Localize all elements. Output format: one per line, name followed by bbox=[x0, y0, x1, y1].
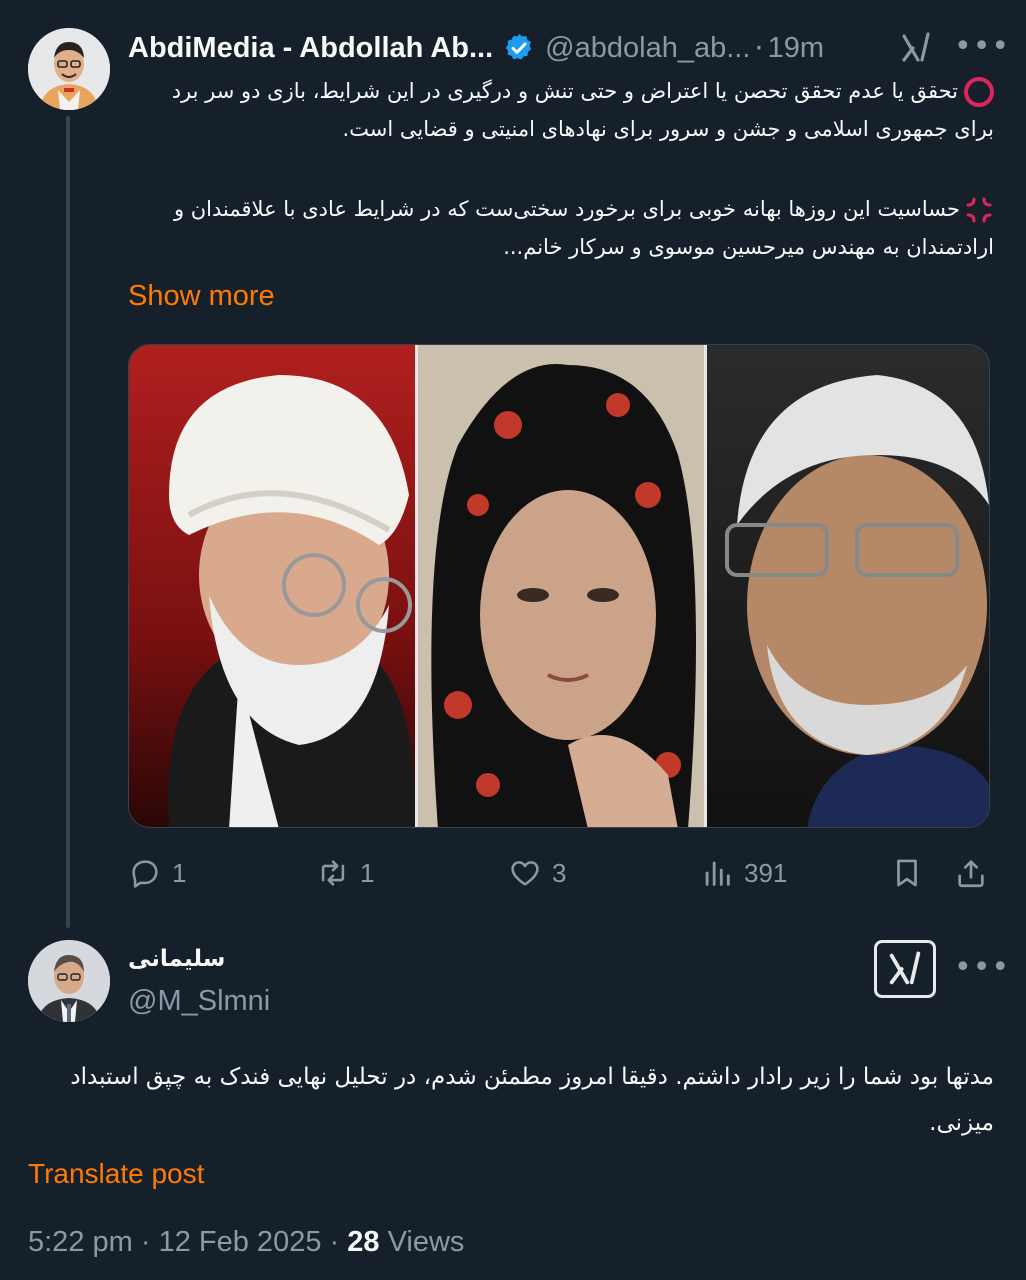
tweet-header: AbdiMedia - Abdollah Ab... @abdolah_ab..… bbox=[128, 28, 998, 68]
meta-separator: · bbox=[140, 1226, 151, 1258]
verified-badge-icon[interactable] bbox=[503, 32, 535, 64]
bookmark-button[interactable] bbox=[890, 856, 934, 890]
repost-count: 1 bbox=[360, 857, 375, 888]
grok-button[interactable] bbox=[874, 940, 936, 998]
photo-man-glasses bbox=[707, 345, 989, 827]
tweet-text-1: تحقق یا عدم تحقق تحصن یا اعتراض و حتی تن… bbox=[171, 79, 994, 141]
views-count: 28 bbox=[347, 1226, 380, 1258]
share-button[interactable] bbox=[954, 856, 998, 890]
tweet-paragraph-2: حساسیت این روزها بهانه خوبی برای برخورد … bbox=[128, 190, 994, 266]
like-button[interactable]: 3 bbox=[508, 856, 566, 890]
repost-icon bbox=[321, 860, 345, 886]
reply-count: 1 bbox=[172, 857, 187, 888]
grok-icon bbox=[889, 951, 921, 985]
repost-button[interactable]: 1 bbox=[316, 856, 374, 890]
avatar-portrait-icon bbox=[28, 940, 110, 1022]
separator-dot: · bbox=[754, 31, 764, 65]
bookmark-icon bbox=[897, 859, 917, 887]
thread-connector-line bbox=[66, 116, 70, 928]
view-count: 391 bbox=[744, 857, 788, 888]
tweet-text-2: حساسیت این روزها بهانه خوبی برای برخورد … bbox=[173, 197, 994, 259]
post-time[interactable]: 19m bbox=[768, 32, 824, 65]
translate-post-link[interactable]: Translate post bbox=[28, 1158, 204, 1190]
views-button[interactable]: 391 bbox=[700, 856, 787, 890]
photo-cleric bbox=[129, 345, 415, 827]
red-circle-icon bbox=[964, 77, 994, 107]
avatar-portrait-icon bbox=[28, 28, 110, 110]
post-timestamp[interactable]: 5:22 pm bbox=[28, 1226, 133, 1258]
anger-symbol-icon bbox=[966, 197, 992, 223]
more-options-icon[interactable]: ••• bbox=[954, 32, 1010, 62]
share-icon bbox=[958, 860, 984, 888]
tweet-media-image[interactable] bbox=[128, 344, 990, 828]
meta-separator: · bbox=[329, 1226, 340, 1258]
heart-icon bbox=[511, 861, 539, 886]
like-count: 3 bbox=[552, 857, 567, 888]
post-meta: 5:22 pm · 12 Feb 2025 · 28 Views bbox=[28, 1226, 464, 1259]
reply-button[interactable]: 1 bbox=[128, 856, 186, 890]
author-handle[interactable]: @abdolah_ab... bbox=[545, 32, 750, 65]
show-more-link[interactable]: Show more bbox=[128, 280, 275, 313]
reply-author-avatar[interactable] bbox=[28, 940, 110, 1022]
author-name[interactable]: AbdiMedia - Abdollah Ab... bbox=[128, 32, 493, 65]
reply-more-options-icon[interactable]: ••• bbox=[954, 953, 1010, 983]
photo-woman-headscarf bbox=[415, 345, 707, 827]
views-label: Views bbox=[387, 1226, 465, 1258]
post-date[interactable]: 12 Feb 2025 bbox=[159, 1226, 322, 1258]
reply-text: مدتها بود شما را زیر رادار داشتم. دقیقا … bbox=[70, 1064, 994, 1136]
reply-author-name[interactable]: سلیمانی bbox=[128, 946, 225, 972]
views-chart-icon bbox=[705, 861, 730, 886]
reply-author-handle[interactable]: @M_Slmni bbox=[128, 985, 270, 1018]
author-avatar[interactable] bbox=[28, 28, 110, 110]
tweet-paragraph-1: تحقق یا عدم تحقق تحصن یا اعتراض و حتی تن… bbox=[128, 72, 994, 148]
reply-icon bbox=[132, 860, 158, 888]
grok-icon[interactable] bbox=[898, 30, 934, 66]
